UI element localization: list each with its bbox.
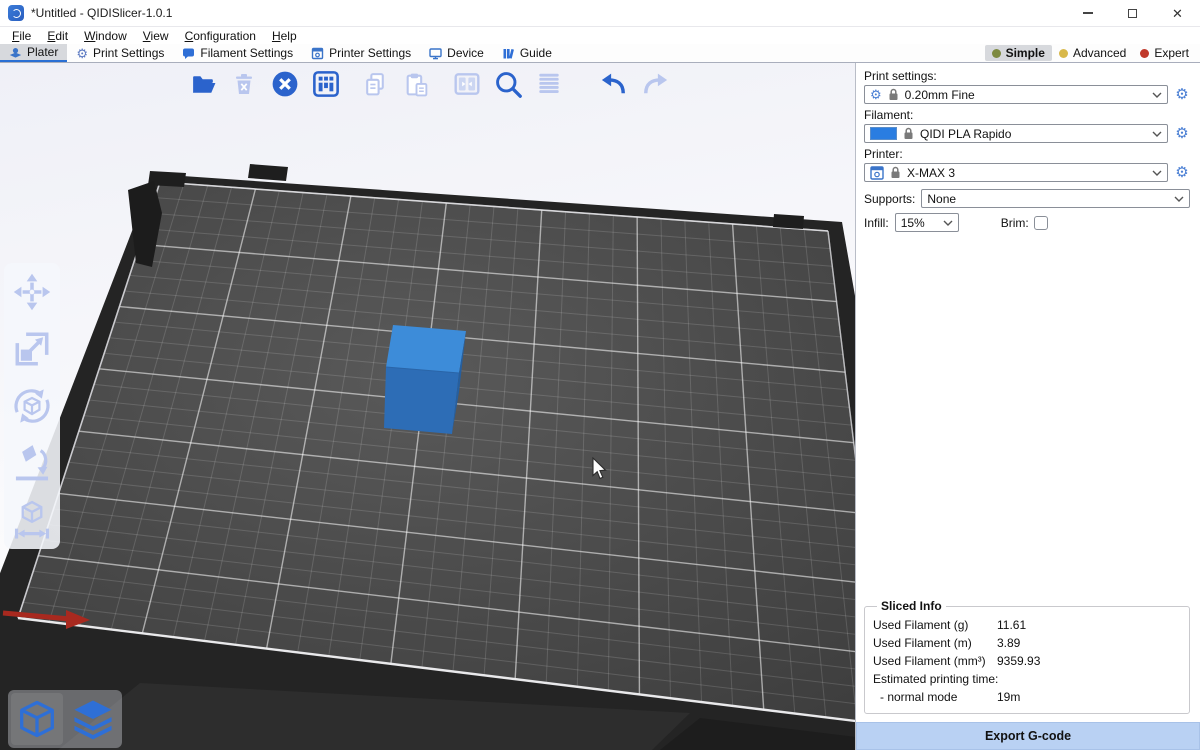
supports-combo[interactable]: None bbox=[921, 189, 1190, 208]
paste-icon[interactable] bbox=[401, 69, 431, 99]
plater-icon bbox=[9, 46, 22, 59]
tab-device[interactable]: Device bbox=[420, 44, 493, 62]
measure-icon[interactable] bbox=[11, 499, 53, 541]
menu-file[interactable]: File bbox=[4, 29, 39, 43]
printer-icon bbox=[870, 166, 884, 180]
search-icon[interactable] bbox=[493, 69, 523, 99]
3d-editor-view-button[interactable] bbox=[11, 693, 63, 745]
main-toolbar bbox=[188, 69, 670, 99]
chevron-down-icon bbox=[943, 220, 953, 226]
3d-viewport[interactable] bbox=[0, 63, 855, 750]
mode-switcher: Simple Advanced Expert bbox=[985, 44, 1200, 62]
chevron-down-icon bbox=[1152, 131, 1162, 137]
preview-layers-icon bbox=[72, 698, 114, 740]
minimize-icon bbox=[1083, 12, 1093, 13]
tab-plater[interactable]: Plater bbox=[0, 44, 67, 62]
tab-guide[interactable]: Guide bbox=[493, 44, 561, 62]
close-icon: ✕ bbox=[1172, 7, 1183, 20]
sliced-info-row: Used Filament (mm³) 9359.93 bbox=[873, 654, 1181, 668]
open-icon[interactable] bbox=[188, 69, 218, 99]
gear-icon: ⚙ bbox=[76, 47, 88, 60]
3d-editor-icon bbox=[17, 699, 57, 739]
sliced-info-row: Used Filament (m) 3.89 bbox=[873, 636, 1181, 650]
maximize-icon bbox=[1128, 9, 1137, 18]
brim-label: Brim: bbox=[1001, 216, 1029, 230]
filament-icon bbox=[182, 47, 195, 60]
simple-dot-icon bbox=[992, 49, 1001, 58]
infill-combo[interactable]: 15% bbox=[895, 213, 959, 232]
app-icon bbox=[8, 5, 24, 21]
menu-window[interactable]: Window bbox=[76, 29, 135, 43]
gear-icon: ⚙ bbox=[870, 88, 882, 101]
mode-simple[interactable]: Simple bbox=[985, 45, 1052, 61]
window-title: *Untitled - QIDISlicer-1.0.1 bbox=[31, 6, 172, 20]
chevron-down-icon bbox=[1152, 170, 1162, 176]
print-settings-label: Print settings: bbox=[864, 69, 1190, 83]
filament-label: Filament: bbox=[864, 108, 1190, 122]
minimize-button[interactable] bbox=[1065, 0, 1110, 26]
sliced-info-row: Used Filament (g) 11.61 bbox=[873, 618, 1181, 632]
supports-label: Supports: bbox=[864, 192, 915, 206]
close-button[interactable]: ✕ bbox=[1155, 0, 1200, 26]
sliced-info-title: Sliced Info bbox=[877, 599, 946, 613]
place-on-face-icon[interactable] bbox=[11, 442, 53, 484]
menu-help[interactable]: Help bbox=[264, 29, 305, 43]
advanced-dot-icon bbox=[1059, 49, 1068, 58]
filament-gear-button[interactable]: ⚙ bbox=[1174, 126, 1190, 141]
printer-label: Printer: bbox=[864, 147, 1190, 161]
sliced-info-panel: Sliced Info Used Filament (g) 11.61 Used… bbox=[864, 599, 1190, 714]
menu-configuration[interactable]: Configuration bbox=[177, 29, 264, 43]
build-plate-scene bbox=[0, 63, 855, 750]
rotate-icon[interactable] bbox=[11, 385, 53, 427]
chevron-down-icon bbox=[1174, 196, 1184, 202]
tab-printer-settings[interactable]: Printer Settings bbox=[302, 44, 420, 62]
menu-view[interactable]: View bbox=[135, 29, 177, 43]
split-icon[interactable] bbox=[452, 69, 482, 99]
filament-combo[interactable]: QIDI PLA Rapido bbox=[864, 124, 1168, 143]
device-icon bbox=[429, 47, 442, 60]
filament-color-swatch bbox=[870, 127, 897, 140]
menu-edit[interactable]: Edit bbox=[39, 29, 76, 43]
lock-icon bbox=[888, 88, 899, 101]
menu-bar: File Edit Window View Configuration Help bbox=[0, 27, 1200, 44]
maximize-button[interactable] bbox=[1110, 0, 1155, 26]
print-settings-gear-button[interactable]: ⚙ bbox=[1174, 87, 1190, 102]
tab-bar: Plater ⚙ Print Settings Filament Setting… bbox=[0, 44, 1200, 63]
export-gcode-button[interactable]: Export G-code bbox=[856, 722, 1200, 750]
scale-icon[interactable] bbox=[11, 328, 53, 370]
redo-icon[interactable] bbox=[640, 69, 670, 99]
model-cube[interactable] bbox=[384, 325, 466, 434]
object-toolbar bbox=[4, 263, 60, 549]
chevron-down-icon bbox=[1152, 92, 1162, 98]
arrange-icon[interactable] bbox=[311, 69, 341, 99]
infill-label: Infill: bbox=[864, 216, 889, 230]
printer-icon bbox=[311, 47, 324, 60]
variable-layer-height-icon[interactable] bbox=[534, 69, 564, 99]
sliced-info-row: - normal mode 19m bbox=[873, 690, 1181, 704]
mode-expert[interactable]: Expert bbox=[1133, 45, 1196, 61]
expert-dot-icon bbox=[1140, 49, 1149, 58]
brim-checkbox[interactable] bbox=[1034, 216, 1048, 230]
delete-all-icon[interactable] bbox=[270, 69, 300, 99]
preview-view-button[interactable] bbox=[67, 693, 119, 745]
move-icon[interactable] bbox=[11, 271, 53, 313]
printer-gear-button[interactable]: ⚙ bbox=[1174, 165, 1190, 180]
lock-icon bbox=[890, 166, 901, 179]
view-mode-toggles bbox=[8, 690, 122, 748]
guide-icon bbox=[502, 47, 515, 60]
printer-combo[interactable]: X-MAX 3 bbox=[864, 163, 1168, 182]
tab-print-settings[interactable]: ⚙ Print Settings bbox=[67, 44, 173, 62]
lock-icon bbox=[903, 127, 914, 140]
delete-icon[interactable] bbox=[229, 69, 259, 99]
undo-icon[interactable] bbox=[599, 69, 629, 99]
tab-filament-settings[interactable]: Filament Settings bbox=[173, 44, 302, 62]
copy-icon[interactable] bbox=[360, 69, 390, 99]
settings-sidebar: Print settings: ⚙ 0.20mm Fine ⚙ Filament… bbox=[855, 63, 1200, 750]
title-bar: *Untitled - QIDISlicer-1.0.1 ✕ bbox=[0, 0, 1200, 27]
estimated-time-header: Estimated printing time: bbox=[873, 672, 1181, 686]
print-settings-combo[interactable]: ⚙ 0.20mm Fine bbox=[864, 85, 1168, 104]
mode-advanced[interactable]: Advanced bbox=[1052, 45, 1133, 61]
